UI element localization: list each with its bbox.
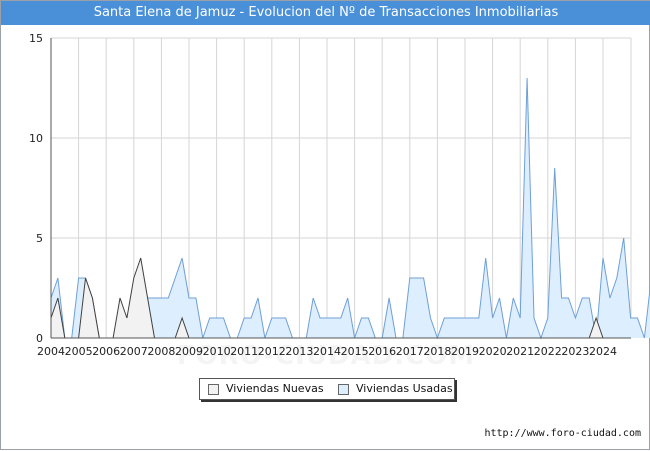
legend: Viviendas Nuevas Viviendas Usadas [199, 378, 455, 400]
y-tick-label: 10 [29, 132, 43, 145]
y-tick-labels: 051015 [29, 32, 43, 345]
legend-label-usadas: Viviendas Usadas [356, 382, 453, 396]
source-url: http://www.foro-ciudad.com [484, 428, 641, 439]
legend-swatch-usadas [338, 384, 349, 395]
legend-label-nuevas: Viviendas Nuevas [226, 382, 324, 396]
legend-swatch-nuevas [208, 384, 219, 395]
watermark: FORO-CIUDAD.COM [1, 341, 650, 371]
y-tick-label: 15 [29, 32, 43, 45]
chart-frame: Santa Elena de Jamuz - Evolucion del Nº … [0, 0, 650, 450]
y-tick-label: 5 [36, 232, 43, 245]
